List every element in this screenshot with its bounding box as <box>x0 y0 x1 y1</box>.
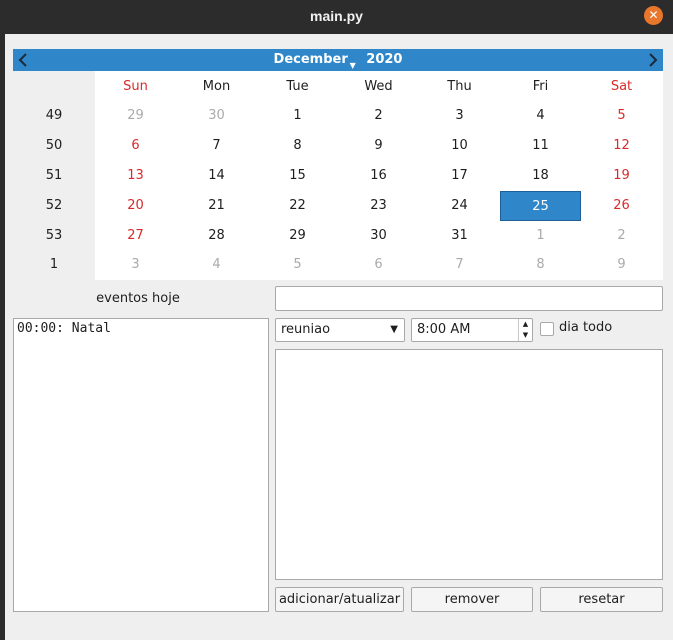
time-value: 8:00 AM <box>417 322 471 337</box>
calendar-grid: Sun Mon Tue Wed Thu Fri Sat 49 29 30 1 2 3 4 5 50 6 7 8 9 10… <box>13 71 663 280</box>
day-cell[interactable]: 20 <box>95 191 176 221</box>
day-cell[interactable]: 16 <box>338 161 419 191</box>
day-cell[interactable]: 6 <box>95 131 176 161</box>
window-title: main.py <box>310 8 363 24</box>
day-cell[interactable]: 9 <box>338 131 419 161</box>
year-selector[interactable]: 2020 <box>366 52 402 67</box>
day-cell[interactable]: 2 <box>581 221 662 251</box>
week-number: 53 <box>45 228 63 243</box>
weekday-header: Tue <box>286 79 309 94</box>
weekday-header: Fri <box>532 79 549 94</box>
day-cell[interactable]: 13 <box>95 161 176 191</box>
calendar-navigation-bar: December ▼ 2020 <box>13 49 663 71</box>
next-month-button[interactable] <box>643 49 663 71</box>
chevron-right-icon <box>649 53 658 67</box>
week-number: 52 <box>45 198 63 213</box>
day-cell[interactable]: 1 <box>257 101 338 131</box>
day-cell[interactable]: 5 <box>581 101 662 131</box>
week-number: 50 <box>45 138 63 153</box>
month-year-label: December ▼ 2020 <box>13 49 663 71</box>
event-type-value: reuniao <box>281 322 331 337</box>
month-label: December <box>273 52 348 67</box>
day-cell[interactable]: 29 <box>257 221 338 251</box>
day-cell[interactable]: 24 <box>419 191 500 221</box>
weekday-header: Sat <box>610 79 633 94</box>
day-cell[interactable]: 29 <box>95 101 176 131</box>
add-update-button[interactable]: adicionar/atualizar <box>275 587 404 612</box>
weekday-header: Thu <box>447 79 472 94</box>
event-title-input[interactable] <box>275 286 663 311</box>
decrement-icon[interactable]: ▼ <box>519 330 532 341</box>
remove-button[interactable]: remover <box>411 587 533 612</box>
list-item[interactable]: 00:00: Natal <box>14 319 268 338</box>
event-description-textarea[interactable] <box>275 349 663 580</box>
day-cell[interactable]: 6 <box>338 250 419 280</box>
day-cell[interactable]: 8 <box>500 250 581 280</box>
day-cell[interactable]: 10 <box>419 131 500 161</box>
selected-day-cell[interactable]: 25 <box>500 191 581 221</box>
all-day-label: dia todo <box>559 320 613 335</box>
event-type-select[interactable]: reuniao ▼ <box>275 318 405 342</box>
day-cell[interactable]: 31 <box>419 221 500 251</box>
day-cell[interactable]: 2 <box>338 101 419 131</box>
day-cell[interactable]: 28 <box>176 221 257 251</box>
day-cell[interactable]: 9 <box>581 250 662 280</box>
day-cell[interactable]: 22 <box>257 191 338 221</box>
chevron-down-icon: ▼ <box>390 324 398 335</box>
day-cell[interactable]: 3 <box>419 101 500 131</box>
day-cell[interactable]: 11 <box>500 131 581 161</box>
all-day-checkbox[interactable] <box>540 322 554 336</box>
day-cell[interactable]: 4 <box>176 250 257 280</box>
month-selector[interactable]: December ▼ <box>273 52 356 70</box>
day-cell[interactable]: 12 <box>581 131 662 161</box>
day-cell[interactable]: 26 <box>581 191 662 221</box>
day-cell[interactable]: 8 <box>257 131 338 161</box>
week-number: 1 <box>49 257 59 272</box>
day-cell[interactable]: 1 <box>500 221 581 251</box>
day-cell[interactable]: 14 <box>176 161 257 191</box>
day-cell[interactable]: 5 <box>257 250 338 280</box>
events-list[interactable]: 00:00: Natal <box>13 318 269 612</box>
reset-button[interactable]: resetar <box>540 587 663 612</box>
day-cell[interactable]: 18 <box>500 161 581 191</box>
week-number: 49 <box>45 108 63 123</box>
week-number: 51 <box>45 168 63 183</box>
day-cell[interactable]: 3 <box>95 250 176 280</box>
day-cell[interactable]: 19 <box>581 161 662 191</box>
weekday-header: Wed <box>364 79 393 94</box>
day-cell[interactable]: 21 <box>176 191 257 221</box>
day-cell[interactable]: 7 <box>419 250 500 280</box>
day-cell[interactable]: 15 <box>257 161 338 191</box>
day-cell[interactable]: 30 <box>338 221 419 251</box>
day-cell[interactable]: 17 <box>419 161 500 191</box>
day-cell[interactable]: 27 <box>95 221 176 251</box>
close-icon[interactable]: ✕ <box>644 6 663 25</box>
day-cell[interactable]: 4 <box>500 101 581 131</box>
day-cell[interactable]: 7 <box>176 131 257 161</box>
title-bar: main.py ✕ <box>0 0 673 32</box>
day-cell[interactable]: 23 <box>338 191 419 221</box>
day-cell[interactable]: 30 <box>176 101 257 131</box>
weekday-header: Mon <box>202 79 231 94</box>
events-today-label: eventos hoje <box>96 291 180 306</box>
time-spinbox[interactable]: 8:00 AM ▲ ▼ <box>411 318 533 342</box>
weekday-header: Sun <box>123 79 148 94</box>
increment-icon[interactable]: ▲ <box>519 319 532 330</box>
